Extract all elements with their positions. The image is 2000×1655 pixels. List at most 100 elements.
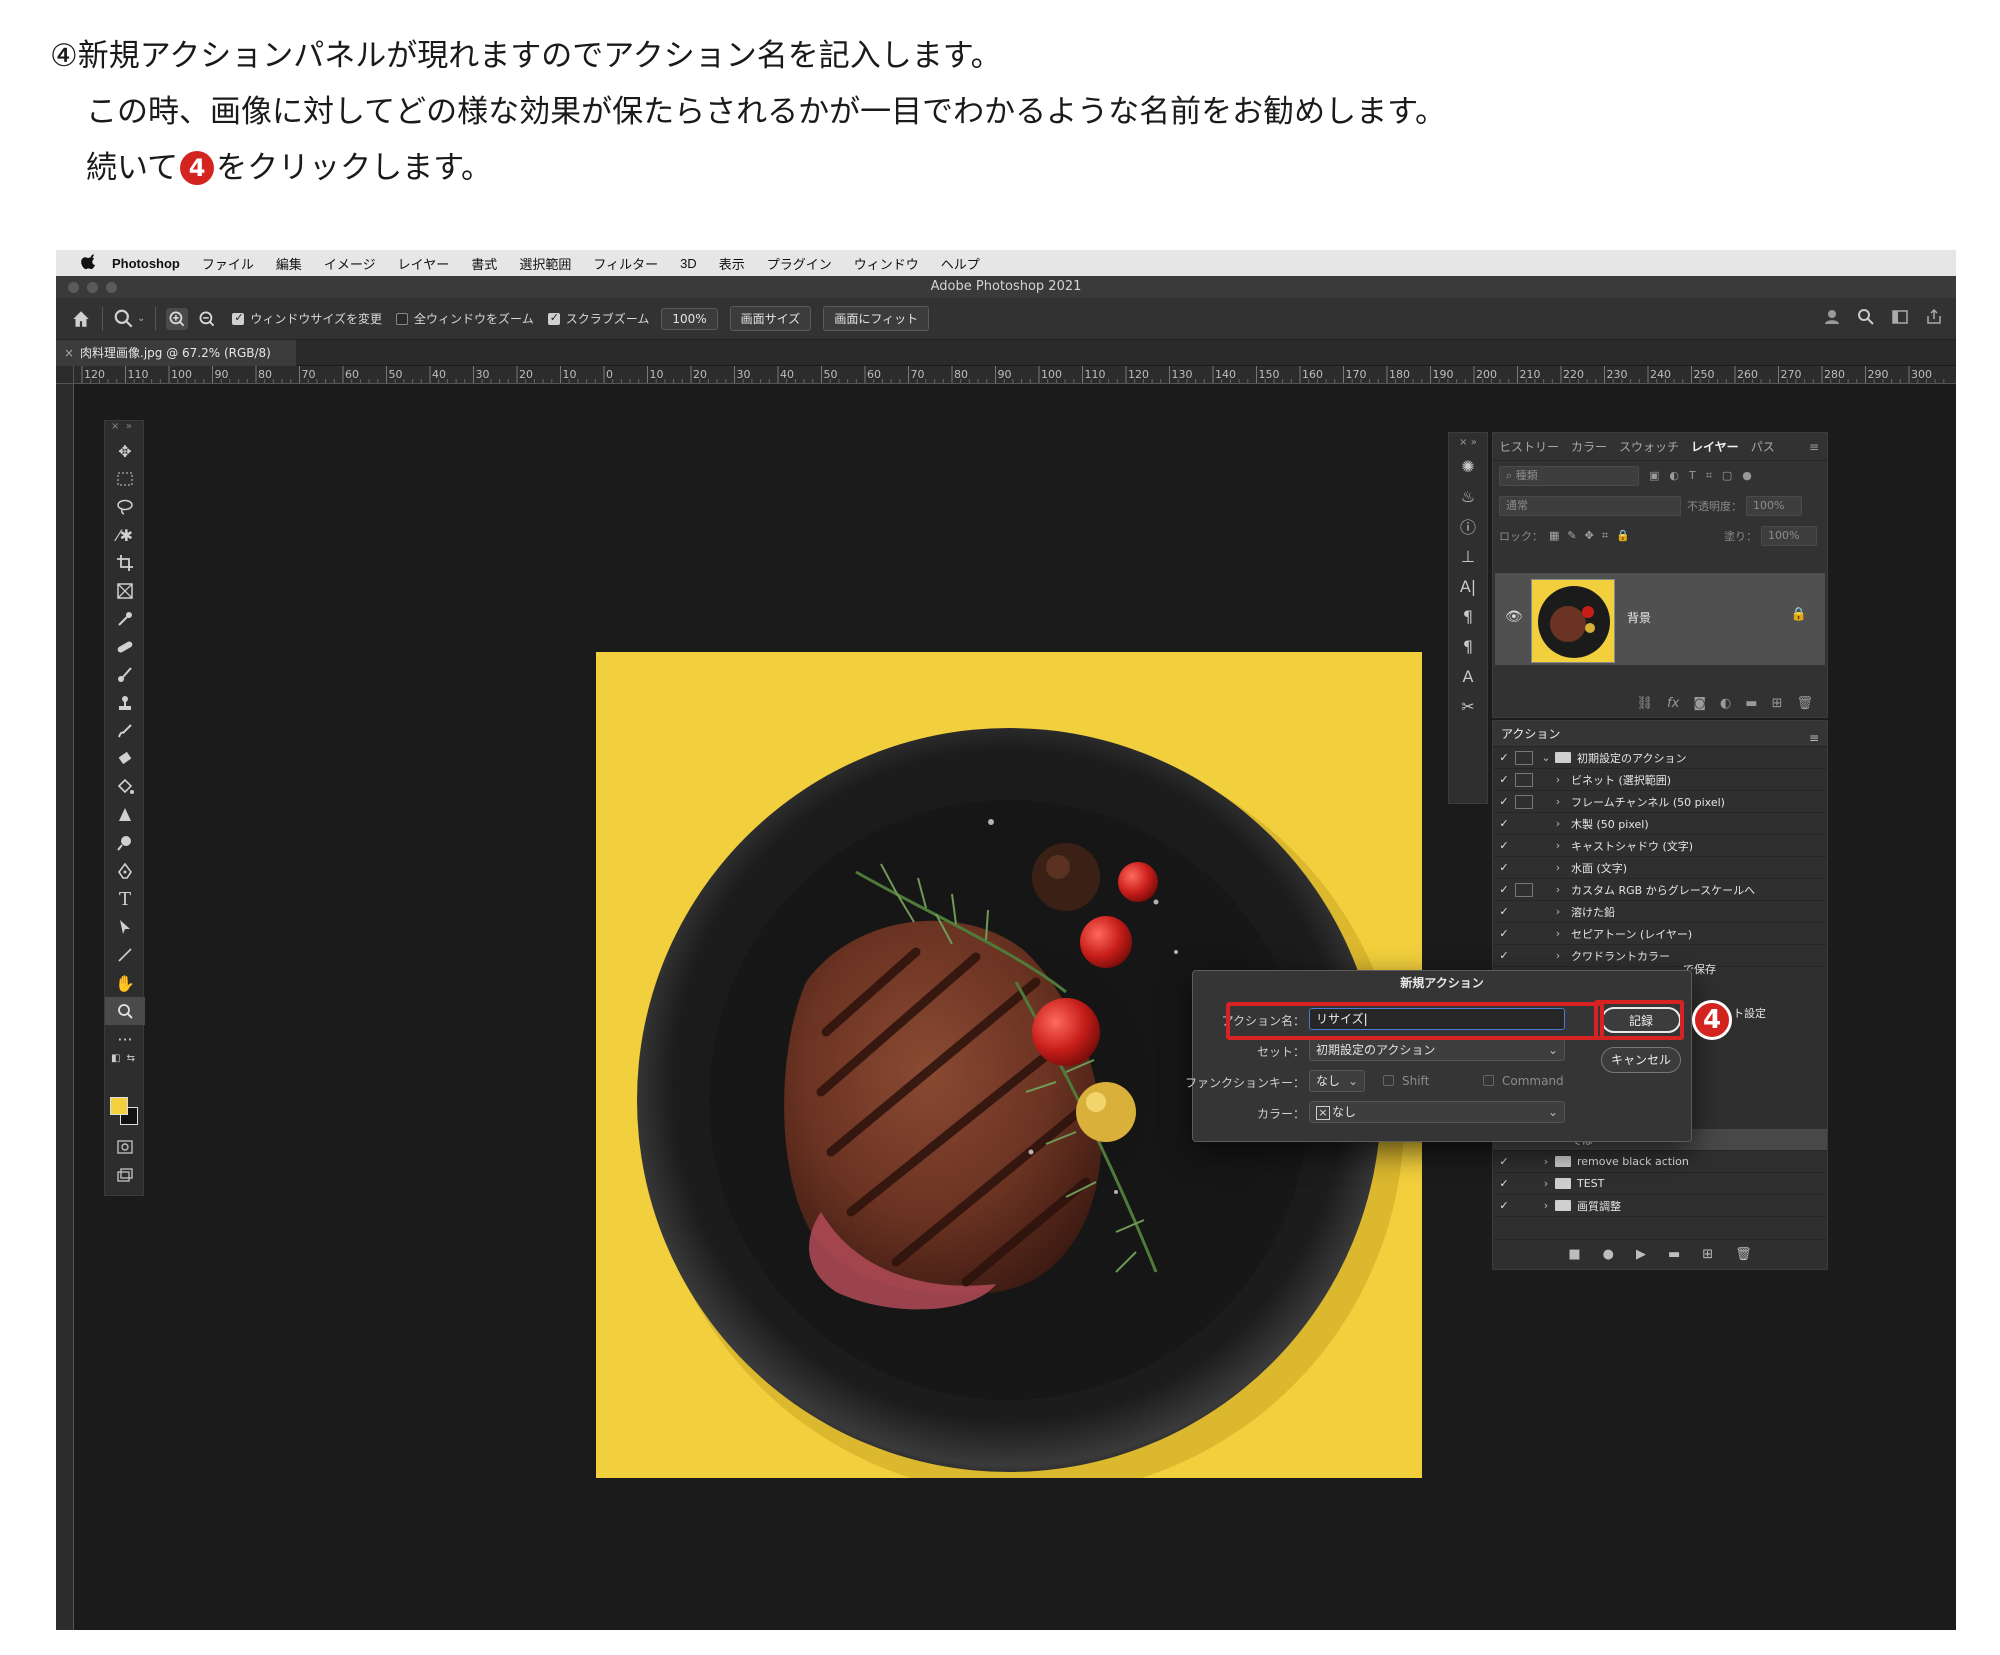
search-icon[interactable] (1856, 307, 1876, 327)
zoom-tool-icon[interactable] (113, 308, 135, 330)
menu-app-name[interactable]: Photoshop (112, 256, 180, 271)
toggle-check-icon[interactable]: ✓ (1493, 927, 1515, 940)
tab-swatches[interactable]: スウォッチ (1619, 438, 1679, 455)
lasso-tool-icon[interactable] (105, 493, 145, 521)
marquee-tool-icon[interactable] (105, 465, 145, 493)
command-checkbox[interactable]: Command (1483, 1074, 1564, 1088)
chevron-right-icon[interactable]: › (1551, 905, 1565, 918)
action-set-row[interactable]: ✓ › remove black action (1493, 1151, 1827, 1173)
action-row[interactable]: ✓ › 木製 (50 pixel) (1493, 813, 1827, 835)
zoom-in-icon[interactable] (166, 307, 189, 330)
action-row[interactable]: ✓ › クワドラントカラー (1493, 945, 1827, 967)
dialog-toggle-icon[interactable] (1515, 905, 1533, 919)
action-row[interactable]: ✓ › ビネット (選択範囲) (1493, 769, 1827, 791)
foreground-color-swatch[interactable] (110, 1097, 128, 1115)
tab-layers[interactable]: レイヤー (1691, 438, 1739, 455)
chevron-right-icon[interactable]: › (1551, 883, 1565, 896)
stop-icon[interactable]: ■ (1568, 1247, 1580, 1262)
action-row[interactable]: ✓ › 水面 (文字) (1493, 857, 1827, 879)
blur-tool-icon[interactable] (105, 801, 145, 829)
zoom-value-button[interactable]: 100% (661, 307, 718, 330)
scrubby-zoom-checkbox[interactable]: スクラブズーム (547, 310, 649, 327)
chevron-right-icon[interactable]: › (1551, 949, 1565, 962)
toggle-check-icon[interactable]: ✓ (1493, 883, 1515, 896)
stamp-tool-icon[interactable] (105, 689, 145, 717)
blend-mode-select[interactable]: 通常 (1499, 496, 1681, 516)
dialog-toggle-icon[interactable] (1515, 1155, 1533, 1169)
apple-icon[interactable] (80, 254, 98, 272)
line-tool-icon[interactable] (105, 941, 145, 969)
toggle-check-icon[interactable]: ✓ (1493, 1177, 1515, 1190)
share-icon[interactable] (1924, 307, 1944, 327)
dialog-toggle-icon[interactable] (1515, 861, 1533, 875)
paint-bucket-icon[interactable] (105, 773, 145, 801)
chevron-right-icon[interactable]: › (1539, 1199, 1553, 1212)
new-set-icon[interactable]: ▬ (1668, 1247, 1680, 1262)
home-icon[interactable] (70, 308, 92, 330)
document-tab[interactable]: × 肉料理画像.jpg @ 67.2% (RGB/8) (56, 340, 296, 366)
zoom-all-windows-checkbox[interactable]: 全ウィンドウをズーム (396, 310, 534, 327)
dialog-toggle-icon[interactable] (1515, 949, 1533, 963)
record-icon[interactable]: ● (1603, 1247, 1614, 1262)
folder-icon[interactable]: ▬ (1745, 696, 1757, 711)
checkbox-box[interactable] (1483, 1075, 1494, 1086)
history-brush-icon[interactable] (105, 717, 145, 745)
chevron-down-icon[interactable]: ⌄ (1539, 751, 1553, 764)
checkbox-box[interactable] (1383, 1075, 1394, 1086)
chevron-down-icon[interactable]: ⌄ (137, 313, 145, 324)
panel-menu-icon[interactable]: ≡ (1809, 440, 1819, 454)
zoom-dot[interactable] (106, 282, 117, 293)
hand-tool-icon[interactable]: ✋ (105, 969, 145, 997)
eraser-icon[interactable] (105, 745, 145, 773)
set-select[interactable]: 初期設定のアクション ⌄ (1309, 1039, 1565, 1061)
toolbar-collapse[interactable]: × » (105, 421, 143, 437)
window-controls[interactable] (68, 282, 117, 293)
lock-icon[interactable]: 🔒 (1791, 607, 1807, 622)
lock-icons[interactable]: ▦✎✥⌗🔒 (1549, 529, 1638, 543)
minimize-dot[interactable] (87, 282, 98, 293)
opacity-input[interactable]: 100% (1746, 496, 1802, 516)
new-layer-icon[interactable]: ⊞ (1772, 696, 1783, 711)
menu-3d[interactable]: 3D (680, 256, 697, 271)
shift-checkbox[interactable]: Shift (1383, 1074, 1429, 1088)
dialog-toggle-icon[interactable] (1515, 882, 1533, 897)
frame-tool-icon[interactable] (105, 577, 145, 605)
crop-tool-icon[interactable] (105, 549, 145, 577)
checkbox-box[interactable] (232, 311, 245, 325)
play-icon[interactable]: ▶ (1636, 1247, 1646, 1262)
checkbox-box[interactable] (547, 311, 560, 325)
menu-help[interactable]: ヘルプ (941, 254, 980, 273)
tab-history[interactable]: ヒストリー (1499, 438, 1559, 455)
menu-type[interactable]: 書式 (471, 254, 497, 273)
menu-plugins[interactable]: プラグイン (767, 254, 832, 273)
chevron-right-icon[interactable]: › (1551, 927, 1565, 940)
toggle-check-icon[interactable]: ✓ (1493, 751, 1515, 764)
dialog-toggle-icon[interactable] (1515, 794, 1533, 809)
layer-row-background[interactable]: 👁 背景 🔒 (1495, 573, 1825, 665)
strip-collapse[interactable]: × » (1449, 433, 1487, 451)
paragraph-icon[interactable]: ¶ (1449, 601, 1487, 631)
menu-filter[interactable]: フィルター (593, 254, 658, 273)
fill-input[interactable]: 100% (1761, 526, 1817, 546)
action-row[interactable]: ✓ › 溶けた鉛 (1493, 901, 1827, 923)
dialog-toggle-icon[interactable] (1515, 927, 1533, 941)
fit-screen-button[interactable]: 画面にフィット (823, 306, 930, 331)
dialog-toggle-icon[interactable] (1515, 1199, 1533, 1213)
pen-tool-icon[interactable] (105, 857, 145, 885)
chevron-right-icon[interactable]: › (1551, 795, 1565, 808)
panel-menu-icon[interactable]: ≡ (1809, 725, 1819, 751)
menu-edit[interactable]: 編集 (276, 254, 302, 273)
brush-tool-icon[interactable] (105, 661, 145, 689)
layer-kind-filter[interactable]: ⌕ 種類 (1499, 466, 1639, 486)
menu-view[interactable]: 表示 (719, 254, 745, 273)
chevron-right-icon[interactable]: › (1551, 773, 1565, 786)
action-set-row[interactable]: ✓ ⌄ 初期設定のアクション (1493, 747, 1827, 769)
dodge-tool-icon[interactable] (105, 829, 145, 857)
toggle-check-icon[interactable]: ✓ (1493, 773, 1515, 786)
dialog-toggle-icon[interactable] (1515, 839, 1533, 853)
color-select[interactable]: × なし ⌄ (1309, 1101, 1565, 1123)
chevron-right-icon[interactable]: › (1539, 1177, 1553, 1190)
checkbox-box[interactable] (396, 312, 409, 325)
action-set-row[interactable]: ✓ › 画質調整 (1493, 1195, 1827, 1217)
fx-icon[interactable]: fx (1667, 696, 1679, 711)
